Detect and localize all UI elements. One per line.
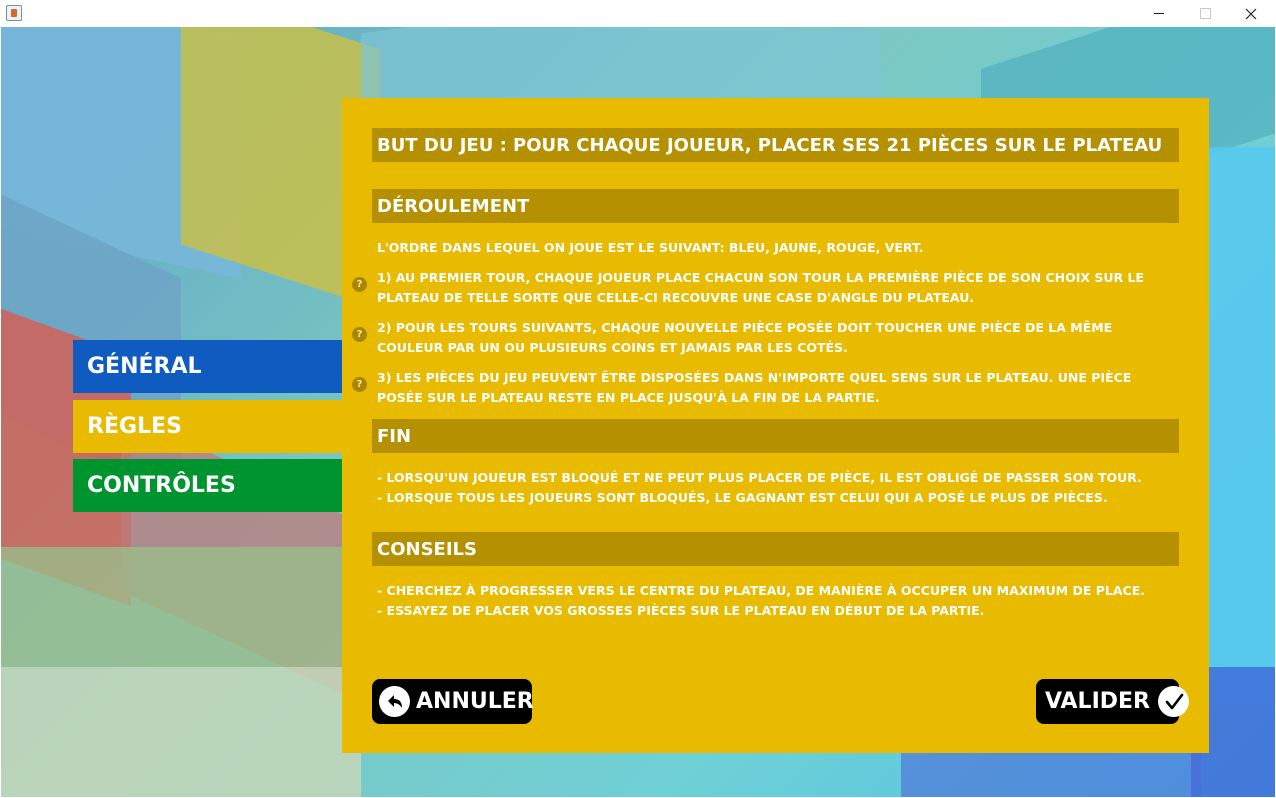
maximize-button[interactable] [1182,0,1228,27]
goal-title: BUT DU JEU : POUR CHAQUE JOUEUR, PLACER … [372,128,1179,162]
maximize-icon [1199,8,1211,19]
rule-2-text: 2) POUR LES TOURS SUIVANTS, CHAQUE NOUVE… [377,320,1113,355]
validate-button-label: VALIDER [1045,689,1150,714]
sidebar-item-regles[interactable]: RÈGLES [73,400,342,453]
sidebar-item-controles[interactable]: CONTRÔLES [73,459,342,512]
window-titlebar [0,0,1276,28]
conseils-line: - CHERCHEZ À PROGRESSER VERS LE CENTRE D… [377,583,1145,598]
close-button[interactable] [1228,0,1274,27]
help-icon[interactable]: ? [352,277,367,292]
undo-arrow-icon [379,686,410,717]
deroulement-header: DÉROULEMENT [372,189,1179,223]
play-order-text: L'ORDRE DANS LEQUEL ON JOUE EST LE SUIVA… [377,240,924,255]
close-icon [1245,8,1257,19]
help-icon[interactable]: ? [352,327,367,342]
sidebar-item-general[interactable]: GÉNÉRAL [73,340,342,393]
background-shape [1,667,361,797]
cancel-button[interactable]: ANNULER [372,679,534,724]
conseils-line: - ESSAYEZ DE PLACER VOS GROSSES PIÈCES S… [377,603,985,618]
rule-3-text: 3) LES PIÈCES DU JEU PEUVENT ÊTRE DISPOS… [377,370,1132,405]
checkmark-icon [1158,686,1189,717]
minimize-button[interactable] [1136,0,1182,27]
validate-button[interactable]: VALIDER [1036,679,1189,724]
fin-header: FIN [372,419,1179,453]
help-icon[interactable]: ? [352,377,367,392]
minimize-icon [1154,13,1164,14]
fin-line: - LORSQUE TOUS LES JOUEURS SONT BLOQUÉS,… [377,490,1108,505]
cancel-button-label: ANNULER [416,689,534,714]
background-shape [901,747,1201,797]
java-app-icon [6,5,22,21]
conseils-header: CONSEILS [372,532,1179,566]
fin-line: - LORSQU'UN JOUEUR EST BLOQUÉ ET NE PEUT… [377,470,1142,485]
rule-1-text: 1) AU PREMIER TOUR, CHAQUE JOUEUR PLACE … [377,270,1144,305]
background-shape [1201,147,1275,707]
rules-panel: BUT DU JEU : POUR CHAQUE JOUEUR, PLACER … [342,98,1209,753]
